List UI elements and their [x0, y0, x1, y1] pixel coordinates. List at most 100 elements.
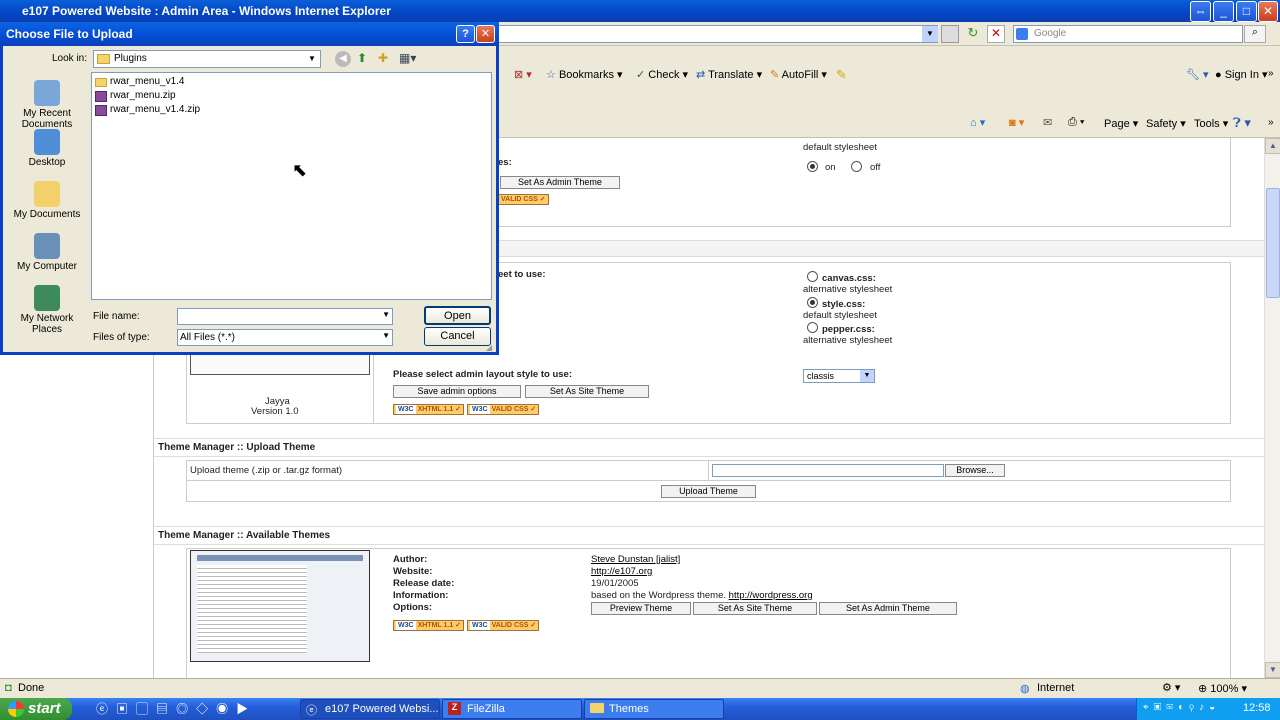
file-item-zip[interactable]: rwar_menu_v1.4.zip	[95, 104, 200, 118]
ie-minimize-icon[interactable]: _	[1213, 1, 1234, 22]
website-link[interactable]: http://e107.org	[591, 566, 652, 577]
radio-on[interactable]	[807, 161, 818, 172]
file-list[interactable]: rwar_menu_v1.4 rwar_menu.zip rwar_menu_v…	[91, 72, 492, 300]
place-desktop[interactable]: Desktop	[5, 129, 89, 168]
pencil-icon: ✎	[770, 69, 780, 81]
address-field[interactable]	[498, 25, 938, 43]
up-folder-icon[interactable]: ⬆	[357, 51, 367, 65]
tools-menu[interactable]: Tools ▾	[1194, 117, 1228, 130]
address-dropdown-icon[interactable]: ▼	[922, 26, 938, 42]
translate-button[interactable]: ⇄ Translate ▾	[696, 68, 762, 81]
search-input[interactable]: Google	[1013, 25, 1243, 43]
author-link[interactable]: Steve Dunstan [jalist]	[591, 554, 680, 565]
scroll-thumb[interactable]	[1266, 188, 1280, 298]
task-ie[interactable]: e107 Powered Websi...	[300, 699, 440, 719]
zone-text: Internet	[1037, 682, 1075, 694]
sign-in-button[interactable]: ● Sign In ▾	[1215, 68, 1268, 81]
mail-icon[interactable]: ✉	[1043, 116, 1052, 129]
wordpress-link[interactable]: http://wordpress.org	[729, 590, 813, 601]
check-label: Check	[648, 69, 680, 81]
bookmarks-button[interactable]: ☆ Bookmarks ▾	[546, 68, 623, 81]
player-quicklaunch-icon[interactable]: ▶	[236, 702, 256, 716]
refresh-icon[interactable]: ↻	[963, 25, 983, 43]
scroll-down-icon[interactable]: ▼	[1265, 662, 1280, 678]
wrench-icon[interactable]: 🔧︎ ▾	[1186, 68, 1209, 81]
look-in-chevron-icon[interactable]: ▼	[305, 52, 319, 66]
ie-quicklaunch-icon[interactable]: ⓔ	[96, 702, 116, 716]
place-my-documents[interactable]: My Documents	[5, 181, 89, 220]
files-of-type-select[interactable]: All Files (*.*) ▼	[177, 329, 393, 346]
zoom-control[interactable]: ⊕ 100% ▾	[1198, 682, 1247, 695]
upload-theme-button[interactable]: Upload Theme	[661, 485, 756, 498]
browse-button[interactable]: Browse...	[945, 464, 1005, 477]
open-button[interactable]: Open	[424, 306, 491, 325]
cancel-button[interactable]: Cancel	[424, 327, 491, 346]
stop-icon[interactable]: ✕	[987, 25, 1005, 43]
preview-theme-button[interactable]: Preview Theme	[591, 602, 691, 615]
help-icon[interactable]: ❓︎ ▾	[1233, 115, 1251, 131]
ie-restore-icon[interactable]: ⇔	[1190, 1, 1211, 22]
home-icon[interactable]: ⌂ ▾	[970, 116, 985, 129]
block-icon[interactable]: ⊠ ▾	[514, 68, 532, 81]
ie-close-icon[interactable]: ✕	[1258, 1, 1278, 22]
dialog-help-icon[interactable]: ?	[456, 25, 475, 43]
resize-grip-icon[interactable]: ◢	[486, 343, 492, 352]
set-site-theme-button-2[interactable]: Set As Site Theme	[693, 602, 817, 615]
feeds-icon[interactable]: ◙ ▾	[1009, 116, 1024, 129]
firefox-quicklaunch-icon[interactable]: ◉	[216, 702, 236, 716]
new-folder-icon[interactable]: ✚	[378, 51, 388, 65]
ie-title-bar: e107 Powered Website : Admin Area - Wind…	[0, 0, 1280, 22]
check-button[interactable]: ✓ Check ▾	[636, 68, 688, 81]
back-icon[interactable]: ◀	[335, 51, 351, 67]
look-in-value: Plugins	[114, 53, 147, 64]
app-quicklaunch-icon[interactable]: ▢	[136, 702, 156, 716]
compat-view-icon[interactable]	[941, 25, 959, 43]
place-my-computer[interactable]: My Computer	[5, 233, 89, 272]
task-themes[interactable]: Themes	[584, 699, 724, 719]
scroll-up-icon[interactable]: ▲	[1265, 138, 1280, 154]
dialog-close-icon[interactable]: ✕	[476, 25, 495, 43]
autofill-button[interactable]: ✎ AutoFill ▾	[770, 68, 827, 81]
ie-maximize-icon[interactable]: □	[1236, 1, 1257, 22]
set-admin-theme-button-top[interactable]: Set As Admin Theme	[500, 176, 620, 189]
radio-style[interactable]	[807, 297, 818, 308]
file-name-chevron-icon[interactable]: ▼	[382, 310, 390, 319]
protected-mode-icon[interactable]: ⚙ ▾	[1162, 681, 1180, 694]
highlight-icon[interactable]: ✎	[836, 67, 847, 83]
style-css-label: style.css:	[822, 299, 866, 310]
page-scrollbar[interactable]: ▲ ▼	[1264, 138, 1280, 678]
save-admin-options-button[interactable]: Save admin options	[393, 385, 521, 398]
desktop-quicklaunch-icon[interactable]: ▣	[116, 702, 136, 716]
pepper-css-desc: alternative stylesheet	[803, 335, 893, 346]
files-of-type-label: Files of type:	[93, 332, 150, 343]
safety-menu[interactable]: Safety ▾	[1146, 117, 1186, 130]
view-menu-icon[interactable]: ▦▾	[399, 51, 416, 65]
radio-off[interactable]	[851, 161, 862, 172]
files-of-type-chevron-icon[interactable]: ▼	[382, 331, 390, 340]
tool-quicklaunch-icon[interactable]: ◇	[196, 702, 216, 716]
radio-pepper[interactable]	[807, 322, 818, 333]
upload-file-input[interactable]	[712, 464, 944, 477]
look-in-select[interactable]: Plugins	[93, 50, 321, 68]
command-overflow-icon[interactable]: »	[1268, 117, 1274, 128]
set-admin-theme-button-2[interactable]: Set As Admin Theme	[819, 602, 957, 615]
place-network[interactable]: My Network Places	[5, 285, 89, 335]
media-quicklaunch-icon[interactable]: ◎	[176, 702, 196, 716]
clock: 12:58	[1243, 702, 1271, 714]
file-item-zip[interactable]: rwar_menu.zip	[95, 90, 176, 104]
thumb-header	[197, 555, 363, 561]
place-recent[interactable]: My Recent Documents	[5, 80, 89, 130]
print-icon[interactable]: ⎙ ▾	[1068, 116, 1084, 129]
file-name-input[interactable]: ▼	[177, 308, 393, 325]
jayya-thumbnail	[190, 352, 370, 375]
explorer-quicklaunch-icon[interactable]: ▤	[156, 702, 176, 716]
search-icon[interactable]: ⌕	[1244, 25, 1266, 43]
radio-canvas[interactable]	[807, 271, 818, 282]
page-menu[interactable]: Page ▾	[1104, 117, 1138, 130]
task-filezilla[interactable]: FileZilla	[442, 699, 582, 719]
w3c-text: W3C	[396, 621, 416, 630]
toolbar-overflow-icon[interactable]: »	[1268, 68, 1274, 79]
set-site-theme-button[interactable]: Set As Site Theme	[525, 385, 649, 398]
layout-select[interactable]: classis ▼	[803, 369, 875, 383]
file-item-folder[interactable]: rwar_menu_v1.4	[95, 76, 184, 90]
